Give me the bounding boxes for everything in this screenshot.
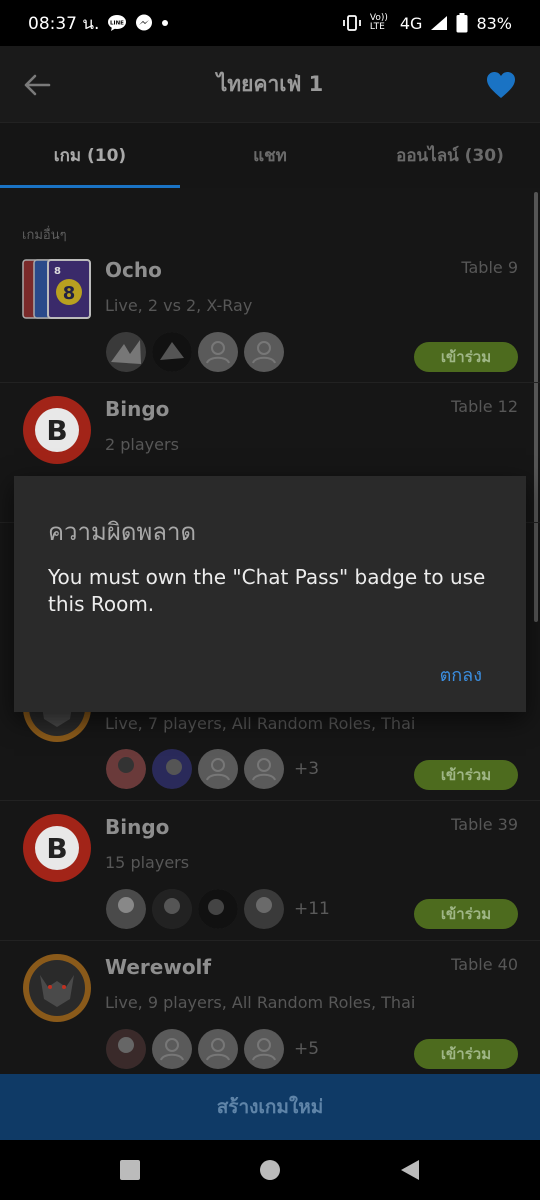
player-avatars: +11 xyxy=(106,889,330,929)
game-description: Live, 7 players, All Random Roles, Thai xyxy=(105,714,416,733)
square-icon xyxy=(120,1160,140,1180)
avatar-placeholder xyxy=(198,332,238,372)
more-players-count: +5 xyxy=(294,1039,320,1059)
messenger-icon xyxy=(135,14,153,32)
game-description: 15 players xyxy=(105,853,190,872)
person-icon xyxy=(153,1030,191,1068)
avatar-placeholder xyxy=(244,749,284,789)
back-nav-button[interactable] xyxy=(390,1150,430,1190)
app-bar: ไทยคาเฟ่ 1 xyxy=(0,46,540,122)
werewolf-icon xyxy=(22,953,92,1023)
avatar-placeholder xyxy=(244,332,284,372)
game-row-werewolf[interactable]: Werewolf Table 40 Live, 9 players, All R… xyxy=(0,941,540,1074)
favorite-button[interactable] xyxy=(484,68,518,102)
signal-icon xyxy=(430,15,448,31)
person-icon xyxy=(199,333,237,371)
join-button[interactable]: เข้าร่วม xyxy=(414,342,518,372)
game-row-ocho[interactable]: 8 8 Ocho Table 9 Live, 2 vs 2, X-Ray เข้… xyxy=(0,248,540,383)
tab-bar: เกม (10) แชท ออนไลน์ (30) xyxy=(0,122,540,188)
avatar xyxy=(106,332,146,372)
game-row-bingo[interactable]: B Bingo Table 39 15 players +11 เข้าร่วม xyxy=(0,801,540,941)
svg-text:LINE: LINE xyxy=(110,21,124,27)
game-name: Ocho xyxy=(105,258,162,282)
game-description: 2 players xyxy=(105,435,179,454)
ocho-cards-icon: 8 8 xyxy=(22,258,92,328)
join-button[interactable]: เข้าร่วม xyxy=(414,899,518,929)
avatar-placeholder xyxy=(198,749,238,789)
avatar-placeholder xyxy=(152,1029,192,1069)
game-table: Table 39 xyxy=(451,815,518,834)
avatar xyxy=(106,749,146,789)
circle-icon xyxy=(260,1160,280,1180)
avatar xyxy=(198,889,238,929)
more-players-count: +11 xyxy=(294,899,330,919)
person-icon xyxy=(199,750,237,788)
page-title: ไทยคาเฟ่ 1 xyxy=(216,71,324,96)
svg-text:8: 8 xyxy=(54,266,61,277)
more-players-count: +3 xyxy=(294,759,320,779)
dialog-message: You must own the "Chat Pass" badge to us… xyxy=(48,565,486,616)
game-table: Table 12 xyxy=(451,397,518,416)
bingo-ball-icon: B xyxy=(22,395,92,465)
heart-icon xyxy=(487,72,515,98)
avatar xyxy=(106,1029,146,1069)
player-avatars: +3 xyxy=(106,749,319,789)
person-icon xyxy=(245,1030,283,1068)
tab-online[interactable]: ออนไลน์ (30) xyxy=(360,123,540,188)
triangle-back-icon xyxy=(401,1160,419,1180)
status-bar: 08:37 น. LINE Vo)) LTE 4G 83% xyxy=(0,0,540,46)
person-icon xyxy=(245,333,283,371)
ok-button[interactable]: ตกลง xyxy=(434,656,488,693)
tab-chat[interactable]: แชท xyxy=(180,123,360,188)
recents-button[interactable] xyxy=(110,1150,150,1190)
avatar xyxy=(244,889,284,929)
svg-text:8: 8 xyxy=(63,283,76,304)
player-avatars xyxy=(106,332,284,372)
join-button[interactable]: เข้าร่วม xyxy=(414,1039,518,1069)
game-table: Table 40 xyxy=(451,955,518,974)
volte-label: Vo)) LTE xyxy=(369,13,388,32)
avatar xyxy=(152,332,192,372)
person-icon xyxy=(245,750,283,788)
home-button[interactable] xyxy=(250,1150,290,1190)
avatar-placeholder xyxy=(198,1029,238,1069)
avatar-placeholder xyxy=(244,1029,284,1069)
vibrate-icon xyxy=(342,14,362,32)
avatar xyxy=(152,889,192,929)
game-description: Live, 2 vs 2, X-Ray xyxy=(105,296,253,315)
line-icon: LINE xyxy=(107,14,127,32)
bingo-ball-icon: B xyxy=(22,813,92,883)
battery-icon xyxy=(456,13,468,33)
avatar xyxy=(152,749,192,789)
game-name: Bingo xyxy=(105,815,170,839)
game-description: Live, 9 players, All Random Roles, Thai xyxy=(105,993,416,1012)
error-dialog: ความผิดพลาด You must own the "Chat Pass"… xyxy=(14,476,526,712)
system-nav-bar xyxy=(0,1140,540,1200)
create-game-button[interactable]: สร้างเกมใหม่ xyxy=(0,1074,540,1140)
section-label: เกมอื่นๆ xyxy=(22,228,67,243)
join-button[interactable]: เข้าร่วม xyxy=(414,760,518,790)
dot-icon xyxy=(161,19,169,27)
battery-percent: 83% xyxy=(476,13,512,33)
avatar xyxy=(106,889,146,929)
player-avatars: +5 xyxy=(106,1029,319,1069)
tab-games[interactable]: เกม (10) xyxy=(0,123,180,188)
dialog-title: ความผิดพลาด xyxy=(48,518,197,546)
svg-text:B: B xyxy=(46,414,67,447)
game-table: Table 9 xyxy=(461,258,518,277)
network-type: 4G xyxy=(399,13,423,33)
person-icon xyxy=(199,1030,237,1068)
status-time: 08:37 น. xyxy=(28,13,100,34)
svg-text:B: B xyxy=(46,832,67,865)
game-name: Bingo xyxy=(105,397,170,421)
game-name: Werewolf xyxy=(105,955,212,979)
